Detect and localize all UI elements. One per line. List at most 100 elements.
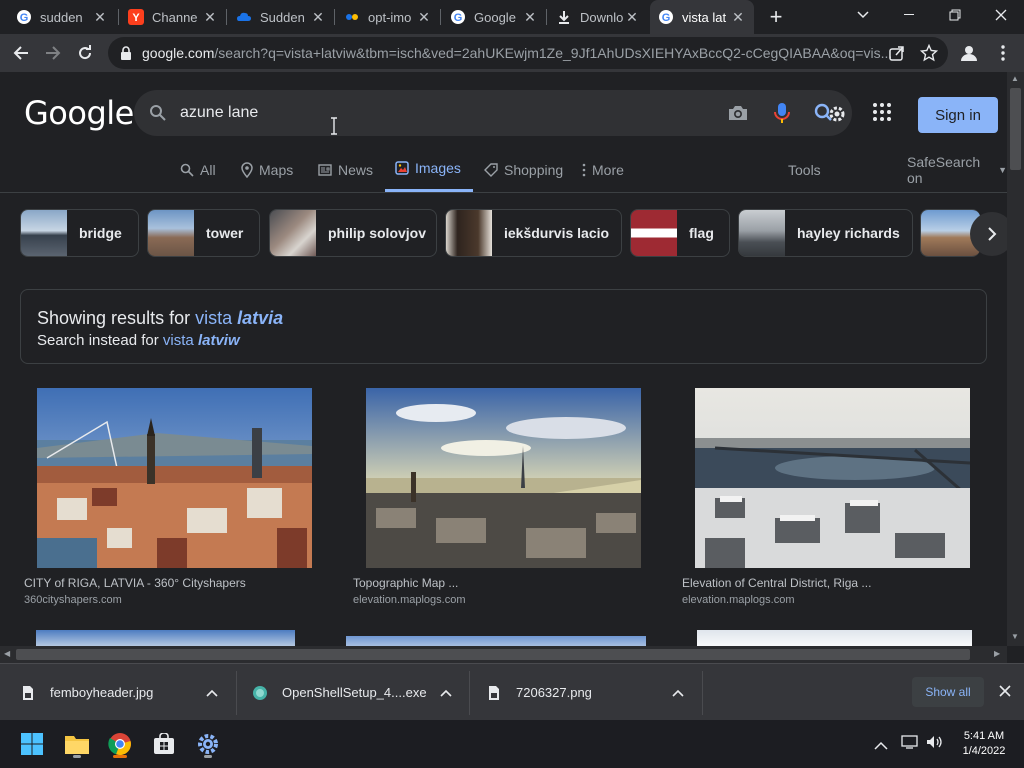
- chip-thumbnail: [148, 210, 194, 256]
- result-title[interactable]: Elevation of Central District, Riga ...: [682, 576, 982, 590]
- tab-news[interactable]: News: [318, 147, 373, 192]
- address-bar[interactable]: google.com/search?q=vista+latviw&tbm=isc…: [108, 37, 948, 69]
- system-clock[interactable]: 5:41 AM 1/4/2022: [952, 729, 1016, 759]
- tab-google[interactable]: G Google ✕: [442, 0, 546, 34]
- scrollbar-thumb[interactable]: [1010, 88, 1021, 170]
- chip-label: philip solovjov: [328, 225, 427, 241]
- scroll-up-icon[interactable]: ▲: [1011, 74, 1019, 83]
- chip-hayley-richards[interactable]: hayley richards: [738, 209, 913, 257]
- restore-button[interactable]: [932, 0, 978, 30]
- chrome-taskbar-button[interactable]: [104, 728, 136, 760]
- download-item[interactable]: femboyheader.jpg: [18, 664, 228, 721]
- volume-icon[interactable]: [926, 735, 944, 754]
- tab-all[interactable]: All: [180, 147, 216, 192]
- tab-vista-latvia[interactable]: G vista lat ✕: [650, 0, 754, 34]
- image-result[interactable]: Topographic Map ... elevation.maplogs.co…: [353, 388, 641, 606]
- horizontal-scrollbar[interactable]: ◀ ▶: [0, 646, 1007, 663]
- search-input[interactable]: [180, 90, 700, 136]
- restore-icon: [949, 9, 961, 21]
- tab-maps[interactable]: Maps: [241, 147, 293, 192]
- google-icon: G: [16, 9, 32, 25]
- close-icon[interactable]: ✕: [92, 9, 108, 25]
- close-icon[interactable]: ✕: [310, 9, 326, 25]
- result-source: elevation.maplogs.com: [682, 594, 795, 606]
- forward-button[interactable]: [38, 38, 68, 68]
- chip-bridge[interactable]: bridge: [20, 209, 139, 257]
- image-result[interactable]: Elevation of Central District, Riga ... …: [682, 388, 970, 606]
- reload-button[interactable]: [70, 38, 100, 68]
- chevron-up-icon[interactable]: [440, 686, 452, 700]
- image-result-partial[interactable]: [36, 630, 295, 646]
- camera-icon[interactable]: [726, 101, 750, 125]
- tools-button[interactable]: Tools: [788, 147, 821, 192]
- close-icon[interactable]: ✕: [730, 9, 746, 25]
- new-tab-button[interactable]: +: [764, 4, 788, 29]
- chip-thumbnail: [21, 210, 67, 256]
- arrow-right-icon: [46, 46, 61, 60]
- chip-thumbnail: [270, 210, 316, 256]
- chevron-up-icon[interactable]: [672, 686, 684, 700]
- tab-downloads[interactable]: Downlo ✕: [548, 0, 648, 34]
- tab-opt-imo[interactable]: opt-imo ✕: [336, 0, 440, 34]
- scroll-left-icon[interactable]: ◀: [4, 649, 10, 658]
- share-icon[interactable]: [888, 44, 906, 67]
- close-icon[interactable]: ✕: [624, 9, 640, 25]
- url-text[interactable]: google.com/search?q=vista+latviw&tbm=isc…: [142, 45, 892, 61]
- tab-shopping[interactable]: Shopping: [484, 147, 563, 192]
- result-thumbnail[interactable]: [37, 388, 312, 568]
- original-query-link[interactable]: vista latviw: [163, 332, 240, 349]
- menu-button[interactable]: [988, 38, 1018, 68]
- search-box[interactable]: [134, 90, 852, 136]
- download-item[interactable]: OpenShellSetup_4....exe: [250, 664, 460, 721]
- clock-time: 5:41 AM: [963, 730, 1005, 742]
- chips-next-button[interactable]: [970, 212, 1007, 256]
- file-explorer-button[interactable]: [61, 728, 93, 760]
- apps-grid-icon[interactable]: [872, 102, 896, 126]
- result-title[interactable]: CITY of RIGA, LATVIA - 360° Cityshapers: [24, 576, 324, 590]
- chip-flag[interactable]: flag: [630, 209, 730, 257]
- minimize-button[interactable]: [886, 0, 932, 30]
- tab-images[interactable]: Images: [385, 147, 473, 192]
- tab-search-button[interactable]: [840, 0, 886, 30]
- result-thumbnail[interactable]: [695, 388, 970, 568]
- star-icon[interactable]: [919, 43, 939, 67]
- close-icon[interactable]: ✕: [416, 9, 432, 25]
- scrollbar-thumb[interactable]: [16, 649, 970, 660]
- chip-tower[interactable]: tower: [147, 209, 260, 257]
- image-result[interactable]: CITY of RIGA, LATVIA - 360° Cityshapers …: [24, 388, 312, 606]
- vertical-scrollbar[interactable]: ▲ ▼: [1007, 72, 1024, 646]
- chevron-up-icon[interactable]: [206, 686, 218, 700]
- tab-sudden-2[interactable]: Sudden ✕: [228, 0, 334, 34]
- lens-search-icon[interactable]: [812, 101, 848, 125]
- start-button[interactable]: [16, 728, 48, 760]
- corrected-query-link[interactable]: vista latvia: [195, 308, 283, 328]
- chip-iekdurvis-lacio[interactable]: iekšdurvis lacio: [445, 209, 622, 257]
- settings-button[interactable]: [192, 728, 224, 760]
- network-icon[interactable]: [901, 735, 919, 754]
- scroll-down-icon[interactable]: ▼: [1011, 632, 1019, 641]
- tab-sudden-1[interactable]: G sudden ✕: [8, 0, 116, 34]
- chevron-up-icon[interactable]: [874, 737, 888, 755]
- close-window-button[interactable]: [978, 0, 1024, 30]
- result-thumbnail[interactable]: [366, 388, 641, 568]
- show-all-button[interactable]: Show all: [912, 677, 984, 707]
- tab-more[interactable]: More: [582, 147, 624, 192]
- close-icon[interactable]: ✕: [202, 9, 218, 25]
- web-page: Google Sign in All Maps News Images Shop…: [0, 72, 1007, 646]
- scroll-right-icon[interactable]: ▶: [994, 649, 1000, 658]
- microphone-icon[interactable]: [770, 101, 794, 125]
- sign-in-button[interactable]: Sign in: [918, 97, 998, 133]
- image-result-partial[interactable]: [346, 636, 646, 646]
- close-icon[interactable]: ✕: [522, 9, 538, 25]
- google-logo[interactable]: Google: [24, 94, 134, 132]
- profile-button[interactable]: [954, 38, 984, 68]
- download-item[interactable]: 7206327.png: [484, 664, 694, 721]
- store-button[interactable]: [148, 728, 180, 760]
- image-result-partial[interactable]: [697, 630, 972, 646]
- chip-philip-solovjov[interactable]: philip solovjov: [269, 209, 437, 257]
- back-button[interactable]: [6, 38, 36, 68]
- tab-channel[interactable]: Y Channe ✕: [120, 0, 226, 34]
- safesearch-button[interactable]: SafeSearch on ▼: [907, 147, 1007, 192]
- result-title[interactable]: Topographic Map ...: [353, 576, 653, 590]
- close-downloads-icon[interactable]: [998, 684, 1012, 703]
